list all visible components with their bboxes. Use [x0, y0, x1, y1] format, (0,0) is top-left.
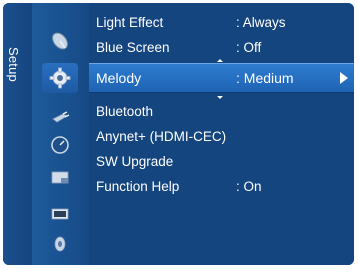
category-label: Setup: [6, 47, 21, 82]
menu-item-label: Anynet+ (HDMI-CEC): [96, 129, 227, 144]
menu-item-anynet[interactable]: Anynet+ (HDMI-CEC): [89, 124, 354, 148]
osd-menu-panel: Setup Light Effect: Always Blue Screen …: [3, 3, 354, 265]
satellite-dish-icon[interactable]: [49, 30, 71, 52]
menu-item-label: Function Help: [96, 179, 180, 194]
menu-item-light-effect[interactable]: Light Effect : Always: [89, 10, 354, 34]
input-plug-icon[interactable]: [49, 107, 71, 129]
sound-speaker-icon[interactable]: [49, 233, 71, 255]
right-arrow-icon[interactable]: [340, 72, 348, 84]
menu-item-label: SW Upgrade: [96, 154, 174, 169]
support-dial-icon[interactable]: [49, 134, 71, 156]
menu-item-label: Melody: [96, 70, 142, 86]
menu-item-value: : Always: [236, 15, 286, 30]
menu-item-function-help[interactable]: Function Help : On: [89, 174, 354, 198]
menu-item-label: Bluetooth: [96, 104, 154, 119]
media-folder-icon[interactable]: [49, 166, 71, 188]
menu-item-value: : Medium: [236, 70, 294, 86]
menu-item-sw-upgrade[interactable]: SW Upgrade: [89, 149, 354, 173]
menu-item-value: : Off: [236, 40, 262, 55]
gear-setup-icon[interactable]: [42, 63, 78, 93]
menu-item-blue-screen[interactable]: Blue Screen : Off: [89, 35, 354, 59]
picture-screen-icon[interactable]: [49, 203, 71, 225]
menu-item-bluetooth[interactable]: Bluetooth: [89, 99, 354, 123]
scroll-up-arrow-icon: [217, 59, 223, 62]
category-icon-column: [32, 3, 89, 265]
settings-list: Light Effect : Always Blue Screen : Off …: [89, 3, 354, 265]
menu-item-value: : On: [236, 179, 262, 194]
category-tab: Setup: [3, 3, 32, 265]
menu-item-label: Blue Screen: [96, 40, 170, 55]
menu-item-melody[interactable]: Melody : Medium: [89, 63, 354, 93]
menu-item-label: Light Effect: [96, 15, 164, 30]
